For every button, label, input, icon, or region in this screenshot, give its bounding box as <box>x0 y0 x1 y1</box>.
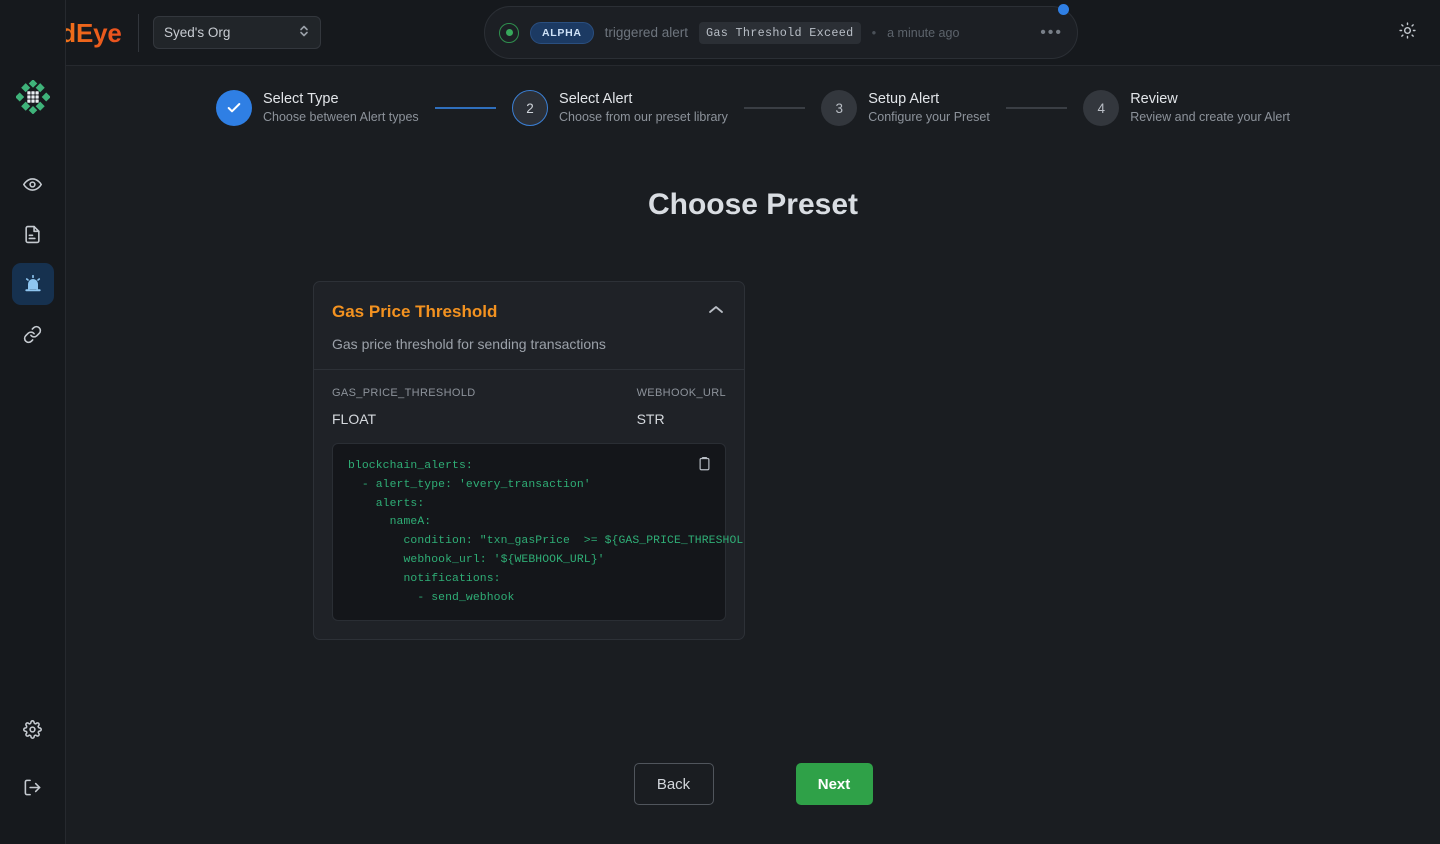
org-selector[interactable]: Syed's Org <box>153 16 321 49</box>
step-setup-alert[interactable]: 3 Setup Alert Configure your Preset <box>821 90 990 126</box>
preset-card-gas-price-threshold[interactable]: Gas Price Threshold Gas price threshold … <box>313 281 745 641</box>
step-1-title: Select Type <box>263 91 339 107</box>
sidebar-bottom-nav <box>12 708 54 808</box>
preset-title: Gas Price Threshold <box>332 302 498 321</box>
env-badge: ALPHA <box>530 21 594 44</box>
sidebar-item-settings[interactable] <box>12 708 54 750</box>
step-review[interactable]: 4 Review Review and create your Alert <box>1083 90 1290 126</box>
preset-code-block: blockchain_alerts: - alert_type: 'every_… <box>332 443 744 622</box>
step-1-subtitle: Choose between Alert types <box>263 110 419 124</box>
sidebar <box>0 0 66 844</box>
banner-separator: • <box>871 25 877 40</box>
step-4-title: Review <box>1130 91 1178 107</box>
step-2-circle: 2 <box>512 90 549 126</box>
step-2-subtitle: Choose from our preset library <box>559 110 728 124</box>
siren-icon <box>23 274 43 294</box>
ellipsis-icon[interactable]: ••• <box>1040 24 1063 40</box>
chevron-up-icon[interactable] <box>706 302 726 320</box>
logout-icon <box>23 778 42 797</box>
alert-name-chip: Gas Threshold Exceed <box>698 21 861 44</box>
page-title: Choose Preset <box>647 188 859 221</box>
preset-card-header: Gas Price Threshold Gas price threshold … <box>314 282 744 369</box>
theme-toggle-button[interactable] <box>1390 16 1424 50</box>
sidebar-nav <box>11 163 54 355</box>
clipboard-icon[interactable] <box>697 456 712 476</box>
next-button[interactable]: Next <box>795 763 873 805</box>
eye-icon <box>23 175 42 194</box>
org-selector-value: Syed's Org <box>164 25 231 40</box>
alert-action-text: triggered alert <box>604 25 688 40</box>
sun-icon <box>1398 22 1416 44</box>
alert-notification-banner[interactable]: ALPHA triggered alert Gas Threshold Exce… <box>484 4 1078 59</box>
wizard-stepper: Select Type Choose between Alert types 2… <box>66 66 1440 150</box>
diamond-grid-logo <box>14 79 51 119</box>
sidebar-item-logout[interactable] <box>12 766 54 808</box>
param-gas-price-threshold: GAS_PRICE_THRESHOLD FLOAT <box>332 387 637 427</box>
sidebar-item-integrations[interactable] <box>12 313 54 355</box>
preset-parameters: GAS_PRICE_THRESHOLD FLOAT WEBHOOK_URL ST… <box>314 370 744 443</box>
param-webhook-url: WEBHOOK_URL STR <box>637 387 726 427</box>
param-key: WEBHOOK_URL <box>636 387 726 399</box>
step-1-circle <box>216 90 252 126</box>
sidebar-item-observability[interactable] <box>12 163 54 205</box>
step-3-title: Setup Alert <box>868 91 940 107</box>
step-connector-2 <box>743 107 806 109</box>
param-type: FLOAT <box>332 411 377 427</box>
preset-yaml-code: blockchain_alerts: - alert_type: 'every_… <box>348 460 744 604</box>
sidebar-item-reports[interactable] <box>12 213 54 255</box>
step-3-circle: 3 <box>821 90 858 126</box>
step-connector-1 <box>434 107 497 109</box>
step-connector-3 <box>1005 107 1068 109</box>
brand-divider <box>138 14 139 52</box>
green-dot-icon <box>499 22 519 43</box>
top-bar: ThirdEye Syed's Org ALPHA triggered aler… <box>12 0 1440 66</box>
link-icon <box>23 325 42 344</box>
step-3-subtitle: Configure your Preset <box>868 110 990 124</box>
sidebar-item-alerts[interactable] <box>11 263 54 305</box>
gear-icon <box>23 719 42 739</box>
chevron-up-down-icon <box>298 23 310 42</box>
step-4-circle: 4 <box>1083 90 1120 126</box>
param-key: GAS_PRICE_THRESHOLD <box>332 387 476 399</box>
step-select-alert[interactable]: 2 Select Alert Choose from our preset li… <box>512 90 728 126</box>
step-4-subtitle: Review and create your Alert <box>1130 110 1291 124</box>
preset-description: Gas price threshold for sending transact… <box>332 336 606 352</box>
param-type: STR <box>636 411 665 427</box>
wizard-footer-actions: Back Next <box>66 763 1440 805</box>
back-button[interactable]: Back <box>633 763 714 805</box>
step-select-type[interactable]: Select Type Choose between Alert types <box>216 90 419 126</box>
unread-badge-dot <box>1058 4 1069 15</box>
alert-timestamp: a minute ago <box>887 25 960 40</box>
step-2-title: Select Alert <box>559 91 633 107</box>
document-icon <box>23 225 42 244</box>
